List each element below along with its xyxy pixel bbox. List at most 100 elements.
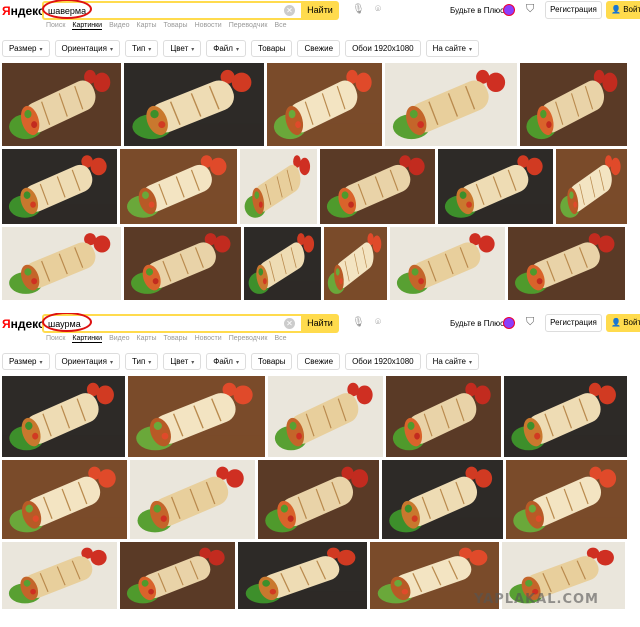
image-thumbnail[interactable] [2, 376, 125, 457]
shield-icon[interactable]: ⛉ [526, 316, 534, 329]
filter-chip[interactable]: Ориентация ▾ [54, 353, 120, 370]
image-thumbnail[interactable] [324, 227, 387, 300]
plus-link[interactable]: Будьте в Плюсе [450, 319, 509, 328]
camera-search-icon[interactable]: ⌾ [375, 317, 381, 328]
chevron-down-icon: ▾ [39, 47, 43, 53]
service-tab[interactable]: Карты [137, 335, 157, 342]
image-thumbnail[interactable] [504, 376, 627, 457]
image-thumbnail[interactable] [128, 376, 265, 457]
image-thumbnail[interactable] [382, 460, 503, 539]
filter-chip[interactable]: Цвет ▾ [163, 40, 202, 57]
plus-badge-icon[interactable] [503, 317, 515, 329]
service-tab[interactable]: Товары [163, 22, 187, 29]
filter-chip[interactable]: Обои 1920x1080 [345, 353, 421, 370]
plus-link[interactable]: Будьте в Плюсе [450, 6, 509, 15]
yandex-logo[interactable]: Яндекс [2, 317, 45, 331]
filter-label: Свежие [304, 357, 334, 366]
filter-chip[interactable]: Товары [250, 353, 293, 370]
filter-chip[interactable]: Тип ▾ [124, 40, 159, 57]
chevron-down-icon: ▾ [109, 360, 113, 366]
close-icon[interactable]: ✕ [284, 5, 295, 16]
image-thumbnail[interactable] [386, 376, 501, 457]
image-row [0, 460, 640, 542]
service-tab[interactable]: Все [274, 335, 286, 342]
image-thumbnail[interactable] [120, 542, 235, 609]
service-tab[interactable]: Видео [109, 22, 129, 29]
image-thumbnail[interactable] [556, 149, 627, 224]
shield-icon[interactable]: ⛉ [526, 3, 534, 16]
image-thumbnail[interactable] [508, 227, 625, 300]
image-thumbnail[interactable] [267, 63, 382, 146]
search-input[interactable] [48, 317, 278, 331]
image-row [0, 149, 640, 227]
plus-badge-icon[interactable] [503, 4, 515, 16]
filter-chip[interactable]: Цвет ▾ [163, 353, 202, 370]
image-thumbnail[interactable] [520, 63, 627, 146]
image-thumbnail[interactable] [240, 149, 317, 224]
image-thumbnail[interactable] [385, 63, 517, 146]
service-tab[interactable]: Поиск [46, 335, 65, 342]
image-thumbnail[interactable] [506, 460, 627, 539]
image-thumbnail[interactable] [120, 149, 237, 224]
filter-chip[interactable]: Файл ▾ [206, 353, 246, 370]
filter-label: Размер [9, 44, 37, 53]
image-thumbnail[interactable] [2, 460, 127, 539]
filter-chip[interactable]: Товары [250, 40, 293, 57]
image-thumbnail[interactable] [390, 227, 505, 300]
service-tab[interactable]: Видео [109, 335, 129, 342]
yandex-logo[interactable]: Яндекс [2, 4, 45, 18]
image-thumbnail[interactable] [438, 149, 553, 224]
register-button[interactable]: Регистрация [545, 1, 602, 19]
filter-label: Товары [257, 357, 286, 366]
chevron-down-icon: ▾ [148, 360, 152, 366]
login-button[interactable]: 👤 Войти [606, 1, 640, 19]
filter-chip[interactable]: Свежие [297, 40, 341, 57]
filter-chip[interactable]: Размер ▾ [2, 353, 50, 370]
service-tab[interactable]: Картинки [72, 22, 103, 30]
filter-label: Ориентация [61, 44, 107, 53]
login-button[interactable]: 👤 Войти [606, 314, 640, 332]
filter-chip[interactable]: На сайте ▾ [425, 40, 480, 57]
image-thumbnail[interactable] [2, 149, 117, 224]
image-thumbnail[interactable] [268, 376, 383, 457]
search-input[interactable] [48, 4, 278, 18]
image-thumbnail[interactable] [244, 227, 321, 300]
service-tab[interactable]: Новости [195, 22, 222, 29]
filter-chip[interactable]: Обои 1920x1080 [345, 40, 421, 57]
filter-label: На сайте [432, 44, 466, 53]
image-thumbnail[interactable] [320, 149, 435, 224]
service-tab[interactable]: Картинки [72, 335, 103, 343]
image-thumbnail[interactable] [238, 542, 367, 609]
image-thumbnail[interactable] [124, 227, 241, 300]
search-bar: ✕ Найти [42, 0, 339, 20]
image-row [0, 376, 640, 460]
find-button[interactable]: Найти [301, 1, 339, 20]
image-thumbnail[interactable] [130, 460, 255, 539]
service-tab[interactable]: Переводчик [229, 22, 268, 29]
service-tab[interactable]: Новости [195, 335, 222, 342]
image-thumbnail[interactable] [2, 63, 121, 146]
close-icon[interactable]: ✕ [284, 318, 295, 329]
filter-bar: Размер ▾ Ориентация ▾ Тип ▾ Цвет ▾ Файл ▾ Товары Св… [2, 40, 484, 60]
microphone-icon[interactable]: 🎙 [352, 317, 365, 328]
find-button[interactable]: Найти [301, 314, 339, 333]
service-tab[interactable]: Все [274, 22, 286, 29]
filter-chip[interactable]: Размер ▾ [2, 40, 50, 57]
filter-chip[interactable]: Тип ▾ [124, 353, 159, 370]
service-tab[interactable]: Карты [137, 22, 157, 29]
image-thumbnail[interactable] [258, 460, 379, 539]
register-button[interactable]: Регистрация [545, 314, 602, 332]
microphone-icon[interactable]: 🎙 [352, 4, 365, 15]
service-tab[interactable]: Товары [163, 335, 187, 342]
filter-chip[interactable]: Файл ▾ [206, 40, 246, 57]
image-thumbnail[interactable] [124, 63, 264, 146]
filter-chip[interactable]: Ориентация ▾ [54, 40, 120, 57]
filter-chip[interactable]: На сайте ▾ [425, 353, 480, 370]
service-tab[interactable]: Переводчик [229, 335, 268, 342]
image-thumbnail[interactable] [2, 542, 117, 609]
filter-label: Цвет [170, 44, 189, 53]
camera-search-icon[interactable]: ⌾ [375, 4, 381, 15]
service-tab[interactable]: Поиск [46, 22, 65, 29]
image-thumbnail[interactable] [2, 227, 121, 300]
filter-chip[interactable]: Свежие [297, 353, 341, 370]
